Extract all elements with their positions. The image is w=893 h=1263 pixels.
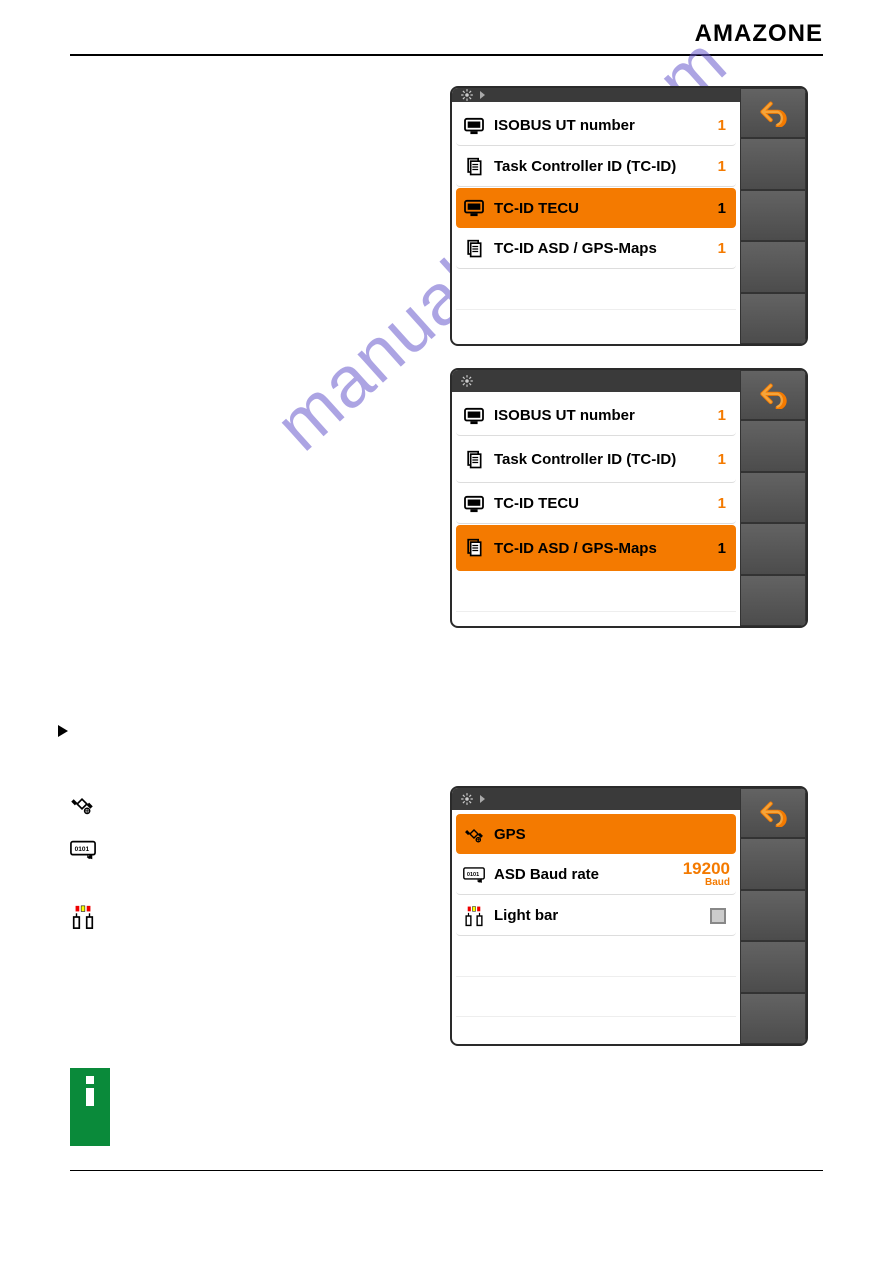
row-value: 1 xyxy=(718,407,730,424)
side-button-blank[interactable] xyxy=(740,993,806,1045)
row-value: 1 xyxy=(718,200,730,217)
file-icon xyxy=(462,449,486,471)
row-value: 19200 Baud xyxy=(683,860,730,888)
screenshot-gps: GPS ASD Baud rate 19200 Baud Light bar xyxy=(450,786,808,1046)
legend-gps xyxy=(70,792,94,816)
screenshot-isobus-tecu: ISOBUS UT number 1 Task Controller ID (T… xyxy=(450,86,808,346)
breadcrumb-arrow-icon xyxy=(480,91,485,99)
row-isobus-ut[interactable]: ISOBUS UT number 1 xyxy=(456,396,736,436)
side-button-blank[interactable] xyxy=(740,293,806,345)
baud-icon xyxy=(462,864,486,886)
row-value: 1 xyxy=(718,117,730,134)
row-label: Task Controller ID (TC-ID) xyxy=(494,158,710,175)
file-icon xyxy=(462,156,486,178)
row-tc-id[interactable]: Task Controller ID (TC-ID) 1 xyxy=(456,147,736,187)
row-label: GPS xyxy=(494,826,730,843)
checkbox-unchecked[interactable] xyxy=(710,908,726,924)
side-button-blank[interactable] xyxy=(740,523,806,575)
side-button-blank[interactable] xyxy=(740,138,806,190)
lightbar-icon xyxy=(70,904,96,930)
row-label: Task Controller ID (TC-ID) xyxy=(494,451,710,468)
side-button-blank[interactable] xyxy=(740,472,806,524)
side-button-blank[interactable] xyxy=(740,941,806,993)
brand-header: AMAZONE xyxy=(70,20,823,56)
row-tc-id-tecu[interactable]: TC-ID TECU 1 xyxy=(456,188,736,228)
side-button-blank[interactable] xyxy=(740,575,806,627)
monitor-icon xyxy=(462,115,486,137)
side-button-blank[interactable] xyxy=(740,890,806,942)
row-label: ISOBUS UT number xyxy=(494,117,710,134)
legend-lightbar xyxy=(70,904,96,930)
row-label: ISOBUS UT number xyxy=(494,407,710,424)
file-icon xyxy=(462,537,486,559)
back-button[interactable] xyxy=(740,788,806,838)
row-label: ASD Baud rate xyxy=(494,866,675,883)
breadcrumb-arrow-icon xyxy=(480,795,485,803)
footer-rule xyxy=(70,1170,823,1171)
side-button-blank[interactable] xyxy=(740,838,806,890)
screenshot-isobus-asd: ISOBUS UT number 1 Task Controller ID (T… xyxy=(450,368,808,628)
row-label: TC-ID TECU xyxy=(494,200,710,217)
row-tc-id[interactable]: Task Controller ID (TC-ID) 1 xyxy=(456,437,736,483)
row-value: 1 xyxy=(718,495,730,512)
row-label: Light bar xyxy=(494,907,702,924)
row-gps[interactable]: GPS xyxy=(456,814,736,854)
gear-icon xyxy=(460,374,474,388)
monitor-icon xyxy=(462,493,486,515)
back-arrow-icon xyxy=(759,381,787,409)
screen-topbar xyxy=(452,88,740,102)
row-value: 1 xyxy=(718,158,730,175)
row-label: TC-ID ASD / GPS-Maps xyxy=(494,540,710,557)
legend-baud xyxy=(70,840,96,860)
satellite-icon xyxy=(70,792,94,816)
lightbar-icon xyxy=(462,905,486,927)
file-icon xyxy=(462,238,486,260)
triangle-icon xyxy=(58,725,68,737)
row-value: 1 xyxy=(718,240,730,257)
row-light-bar[interactable]: Light bar xyxy=(456,896,736,936)
side-button-blank[interactable] xyxy=(740,420,806,472)
row-tc-id-tecu[interactable]: TC-ID TECU 1 xyxy=(456,484,736,524)
screen-topbar xyxy=(452,370,740,392)
back-arrow-icon xyxy=(759,99,787,127)
info-note xyxy=(70,1068,110,1146)
side-button-blank[interactable] xyxy=(740,241,806,293)
side-button-blank[interactable] xyxy=(740,190,806,242)
row-tc-id-asd[interactable]: TC-ID ASD / GPS-Maps 1 xyxy=(456,525,736,571)
screen-topbar xyxy=(452,788,740,810)
row-label: TC-ID ASD / GPS-Maps xyxy=(494,240,710,257)
gear-icon xyxy=(460,792,474,806)
monitor-icon xyxy=(462,405,486,427)
bullet-arrow xyxy=(58,722,68,737)
row-asd-baud[interactable]: ASD Baud rate 19200 Baud xyxy=(456,855,736,895)
satellite-icon xyxy=(462,823,486,845)
back-button[interactable] xyxy=(740,88,806,138)
info-flag-icon xyxy=(70,1068,110,1146)
row-tc-id-asd[interactable]: TC-ID ASD / GPS-Maps 1 xyxy=(456,229,736,269)
row-value: 1 xyxy=(718,451,730,468)
row-isobus-ut[interactable]: ISOBUS UT number 1 xyxy=(456,106,736,146)
back-arrow-icon xyxy=(759,799,787,827)
baud-icon xyxy=(70,840,96,860)
row-label: TC-ID TECU xyxy=(494,495,710,512)
monitor-icon xyxy=(462,197,486,219)
back-button[interactable] xyxy=(740,370,806,420)
row-value: 1 xyxy=(718,540,730,557)
gear-icon xyxy=(460,88,474,102)
